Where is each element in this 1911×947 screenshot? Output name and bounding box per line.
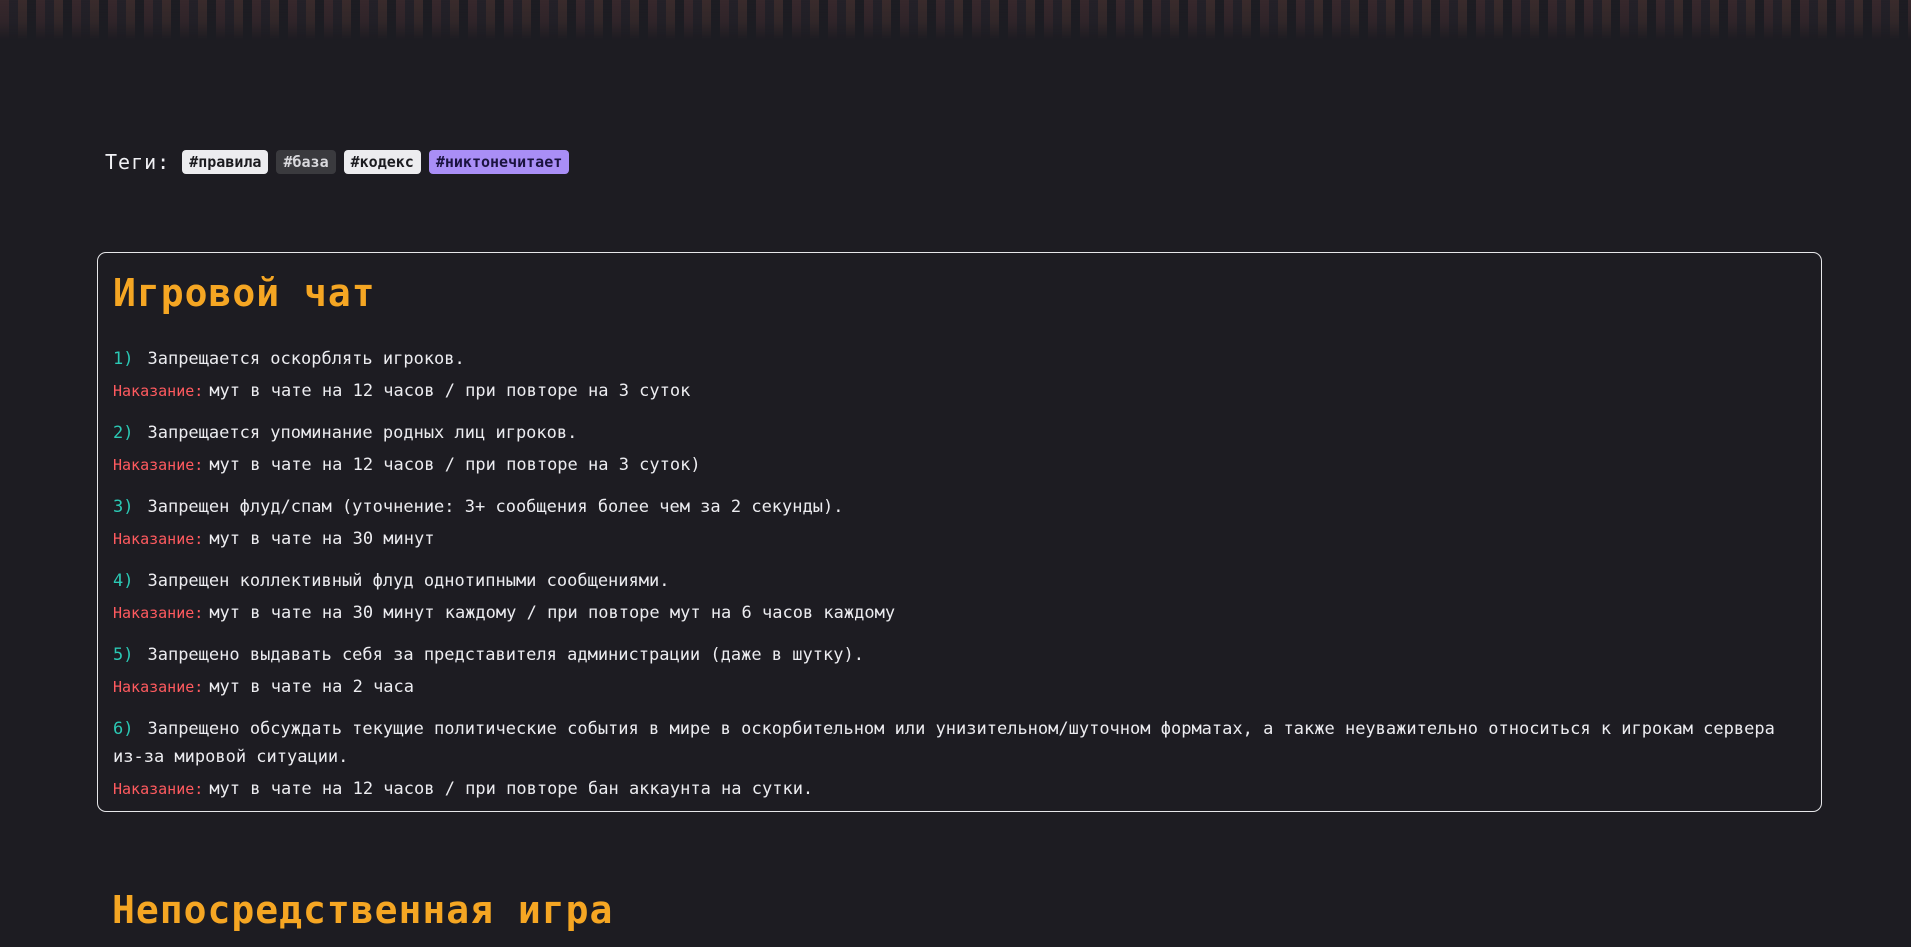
punishment-text: мут в чате на 30 минут каждому / при пов… [209,603,896,623]
punishment-text: мут в чате на 12 часов / при повторе на … [209,455,701,475]
rule-item: 3) Запрещен флуд/спам (уточнение: 3+ сооб… [113,493,1806,553]
tag-pravila[interactable]: #правила [182,150,269,174]
rule-item: 4) Запрещен коллективный флуд однотипными… [113,567,1806,627]
rule-number: 6) [113,719,134,739]
rule-number: 4) [113,571,134,591]
tags-label: Теги: [105,150,171,174]
rule-text: Запрещен флуд/спам (уточнение: 3+ сообще… [147,497,844,517]
rule-text: Запрещается оскорблять игроков. [147,349,465,369]
section-title-game-chat: Игровой чат [113,271,376,315]
rule-number: 1) [113,349,134,369]
rule-text: Запрещен коллективный флуд однотипными с… [147,571,670,591]
rule-number: 3) [113,497,134,517]
punishment-label: Наказание: [113,382,204,400]
rule-text: Запрещено выдавать себя за представителя… [147,645,864,665]
rule-text: Запрещается упоминание родных лиц игроко… [147,423,578,443]
tags-bar: Теги: #правила #база #кодекс #никтонечит… [105,150,570,174]
rule-text: Запрещено обсуждать текущие политические… [113,719,1775,767]
tag-kodeks[interactable]: #кодекс [343,150,421,174]
header-pixel-pattern [0,0,1911,40]
tag-niktonechitaet[interactable]: #никтонечитает [428,150,570,174]
tag-baza[interactable]: #база [276,150,336,174]
punishment-label: Наказание: [113,456,204,474]
punishment-label: Наказание: [113,604,204,622]
rule-number: 2) [113,423,134,443]
punishment-label: Наказание: [113,678,204,696]
game-chat-rules-card: Игровой чат 1) Запрещается оскорблять игр… [97,252,1822,812]
punishment-text: мут в чате на 2 часа [209,677,415,697]
section-title-direct-game: Непосредственная игра [112,888,614,932]
punishment-text: мут в чате на 12 часов / при повторе бан… [209,779,814,799]
punishment-text: мут в чате на 30 минут [209,529,435,549]
rule-number: 5) [113,645,134,665]
rule-item: 6) Запрещено обсуждать текущие политическ… [113,715,1806,803]
punishment-text: мут в чате на 12 часов / при повторе на … [209,381,691,401]
rule-item: 2) Запрещается упоминание родных лиц игро… [113,419,1806,479]
rule-item: 5) Запрещено выдавать себя за представите… [113,641,1806,701]
punishment-label: Наказание: [113,780,204,798]
punishment-label: Наказание: [113,530,204,548]
rule-item: 1) Запрещается оскорблять игроков. Наказа… [113,345,1806,405]
